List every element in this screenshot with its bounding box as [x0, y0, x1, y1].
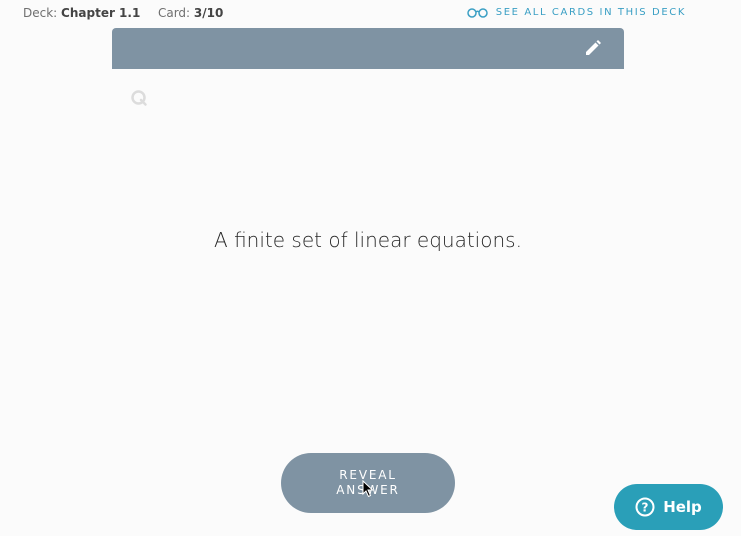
question-circle-icon: ? — [635, 497, 655, 517]
deck-name: Chapter 1.1 — [61, 6, 141, 20]
deck-info: Deck: Chapter 1.1 Card: 3/10 — [23, 6, 223, 20]
help-button[interactable]: ? Help — [614, 484, 723, 530]
help-label[interactable]: Help — [663, 498, 702, 516]
see-all-cards-link[interactable]: SEE ALL CARDS IN THIS DECK — [467, 7, 686, 18]
edit-card-button[interactable] — [584, 39, 602, 57]
see-all-label[interactable]: SEE ALL CARDS IN THIS DECK — [496, 7, 686, 18]
card-position: 3/10 — [193, 6, 224, 20]
deck-label: Deck: — [23, 6, 58, 20]
mouse-cursor-icon — [362, 480, 374, 498]
q-logo-icon — [131, 90, 147, 106]
card-header-bar — [112, 28, 624, 69]
pencil-icon[interactable] — [584, 39, 602, 57]
svg-text:?: ? — [642, 501, 649, 515]
card-question-text: A finite set of linear equations. — [214, 228, 522, 252]
top-bar: Deck: Chapter 1.1 Card: 3/10 SEE ALL CAR… — [0, 0, 741, 26]
flashcard-page: Deck: Chapter 1.1 Card: 3/10 SEE ALL CAR… — [0, 0, 741, 536]
card-label: Card: — [157, 6, 191, 20]
glasses-icon — [467, 7, 488, 18]
